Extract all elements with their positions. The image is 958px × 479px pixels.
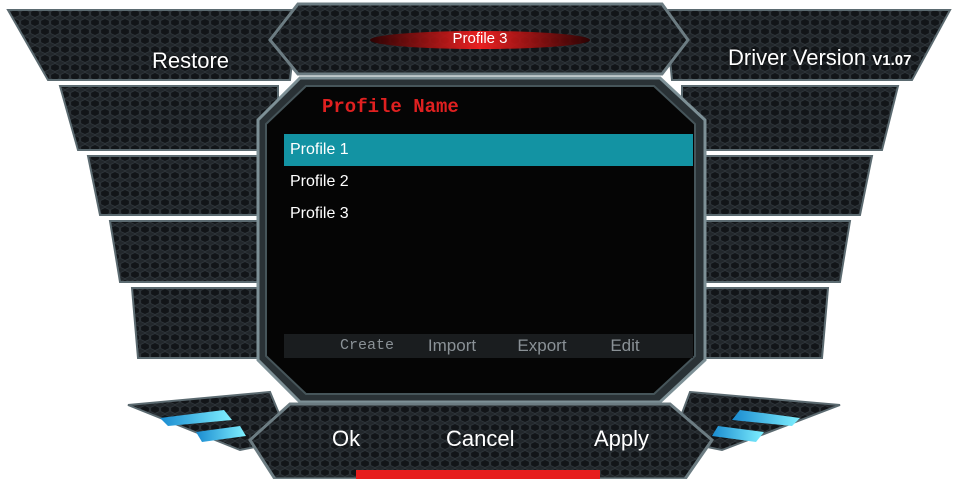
import-button[interactable]: Import	[414, 334, 490, 358]
edit-button[interactable]: Edit	[590, 334, 660, 358]
driver-version-number: V1.07	[872, 52, 912, 69]
profile-list-item[interactable]: Profile 1	[284, 134, 693, 166]
header-profile-label: Profile 3	[452, 30, 508, 47]
profile-toolbar: Create Import Export Edit	[284, 334, 693, 358]
driver-version-text: Driver Version	[728, 45, 867, 70]
ok-button[interactable]: Ok	[332, 426, 360, 452]
driver-version-label: Driver Version V1.07	[728, 45, 911, 71]
export-button[interactable]: Export	[504, 334, 580, 358]
restore-button[interactable]: Restore	[152, 48, 229, 74]
profile-list: Profile 1 Profile 2 Profile 3	[284, 134, 693, 330]
profile-panel-title: Profile Name	[322, 96, 459, 118]
create-button[interactable]: Create	[332, 334, 402, 358]
apply-button[interactable]: Apply	[594, 426, 649, 452]
cancel-button[interactable]: Cancel	[446, 426, 514, 452]
profile-list-item[interactable]: Profile 2	[284, 166, 693, 198]
profile-list-item[interactable]: Profile 3	[284, 198, 693, 230]
